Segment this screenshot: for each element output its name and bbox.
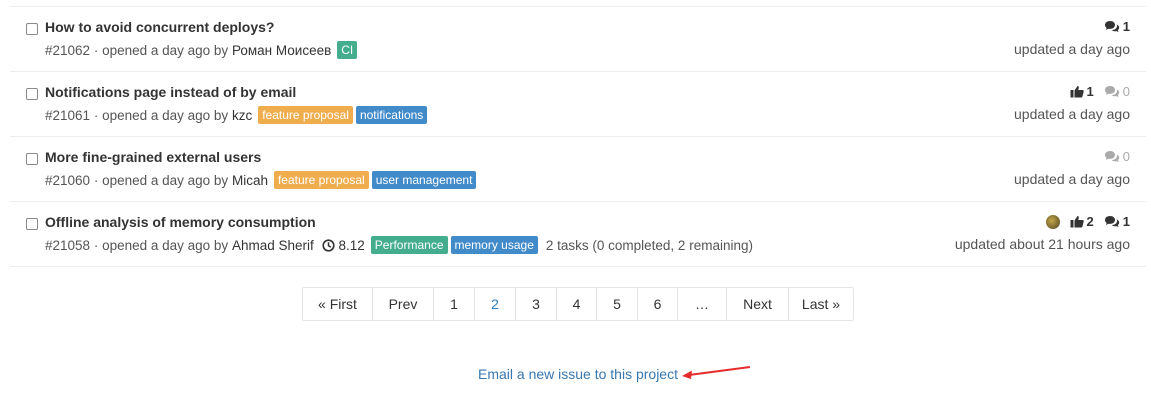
label-user-management[interactable]: user management	[371, 171, 477, 189]
issue-author[interactable]: kzc	[232, 108, 252, 123]
page-3[interactable]: 3	[515, 288, 556, 320]
issue-stats: 0	[1104, 149, 1130, 164]
issue-meta: #21060 · opened a day ago by Micah featu…	[45, 171, 477, 189]
comments-icon	[1104, 150, 1120, 163]
thumbs-up-icon	[1070, 85, 1084, 98]
issue-stats: 1	[1104, 19, 1130, 34]
thumbs-up-icon	[1070, 215, 1084, 228]
label-feature-proposal[interactable]: feature proposal	[273, 171, 369, 189]
issues-list: How to avoid concurrent deploys? #21062 …	[10, 6, 1146, 267]
issue-id: #21060	[45, 172, 91, 188]
issue-stats: 1 0	[1070, 84, 1130, 99]
avatar[interactable]	[1045, 214, 1060, 229]
issue-row: More fine-grained external users #21060 …	[10, 137, 1146, 202]
comments-icon	[1104, 20, 1120, 33]
pagination: « First Prev 1 2 3 4 5 6 … Next Last »	[302, 287, 854, 321]
label-performance[interactable]: Performance	[370, 236, 448, 254]
issue-checkbox[interactable]	[26, 88, 38, 100]
issue-row: Offline analysis of memory consumption #…	[10, 202, 1146, 267]
issue-row: How to avoid concurrent deploys? #21062 …	[10, 7, 1146, 72]
page-first[interactable]: « First	[303, 288, 372, 320]
issue-updated: updated a day ago	[1014, 106, 1130, 122]
issue-meta: #21058 · opened a day ago by Ahmad Sheri…	[45, 236, 753, 254]
page-4[interactable]: 4	[556, 288, 596, 320]
tasks-status: 2 tasks (0 completed, 2 remaining)	[545, 237, 753, 253]
label-notifications[interactable]: notifications	[355, 106, 428, 124]
issue-opened-text: · opened a day ago by	[93, 42, 229, 58]
issue-meta: #21062 · opened a day ago by Роман Моисе…	[45, 41, 358, 59]
page-6[interactable]: 6	[637, 288, 677, 320]
page-ellipsis: …	[677, 288, 726, 320]
issue-checkbox[interactable]	[26, 218, 38, 230]
comments-count[interactable]: 1	[1104, 214, 1130, 229]
comments-icon	[1104, 85, 1120, 98]
issue-opened-text: · opened a day ago by	[93, 107, 229, 123]
page-1[interactable]: 1	[433, 288, 474, 320]
issue-stats: 2 1	[1045, 214, 1130, 229]
issue-updated: updated a day ago	[1014, 171, 1130, 187]
issue-title[interactable]: More fine-grained external users	[45, 149, 261, 165]
clock-icon	[322, 238, 335, 252]
comments-count[interactable]: 0	[1104, 84, 1130, 99]
page-next[interactable]: Next	[726, 288, 788, 320]
issue-updated: updated a day ago	[1014, 41, 1130, 57]
issue-checkbox[interactable]	[26, 153, 38, 165]
issue-updated: updated about 21 hours ago	[954, 236, 1130, 252]
issue-meta: #21061 · opened a day ago by kzc feature…	[45, 106, 428, 124]
issue-author[interactable]: Micah	[232, 173, 268, 188]
page-last[interactable]: Last »	[788, 288, 853, 320]
issue-milestone[interactable]: 8.12	[322, 238, 365, 253]
page-2-current[interactable]: 2	[474, 288, 515, 320]
label-ci[interactable]: CI	[337, 41, 358, 59]
issue-checkbox[interactable]	[26, 23, 38, 35]
page-5[interactable]: 5	[596, 288, 637, 320]
issue-title[interactable]: How to avoid concurrent deploys?	[45, 19, 274, 35]
label-feature-proposal[interactable]: feature proposal	[258, 106, 353, 124]
issue-id: #21062	[45, 42, 91, 58]
email-new-issue-link[interactable]: Email a new issue to this project	[478, 366, 678, 382]
issue-title[interactable]: Notifications page instead of by email	[45, 84, 296, 100]
issue-row: Notifications page instead of by email #…	[10, 72, 1146, 137]
upvotes-count[interactable]: 1	[1070, 84, 1094, 99]
label-memory-usage[interactable]: memory usage	[450, 236, 538, 254]
issue-opened-text: · opened a day ago by	[93, 172, 229, 188]
comments-icon	[1104, 215, 1120, 228]
annotation-arrow	[680, 364, 752, 380]
issue-author[interactable]: Роман Моисеев	[232, 43, 331, 58]
upvotes-count[interactable]: 2	[1070, 214, 1094, 229]
page-prev[interactable]: Prev	[372, 288, 433, 320]
comments-count[interactable]: 0	[1104, 149, 1130, 164]
issue-opened-text: · opened a day ago by	[93, 237, 229, 253]
issue-id: #21061	[45, 107, 91, 123]
issue-title[interactable]: Offline analysis of memory consumption	[45, 214, 316, 230]
issue-id: #21058	[45, 237, 91, 253]
comments-count[interactable]: 1	[1104, 19, 1130, 34]
issue-author[interactable]: Ahmad Sherif	[232, 238, 314, 253]
